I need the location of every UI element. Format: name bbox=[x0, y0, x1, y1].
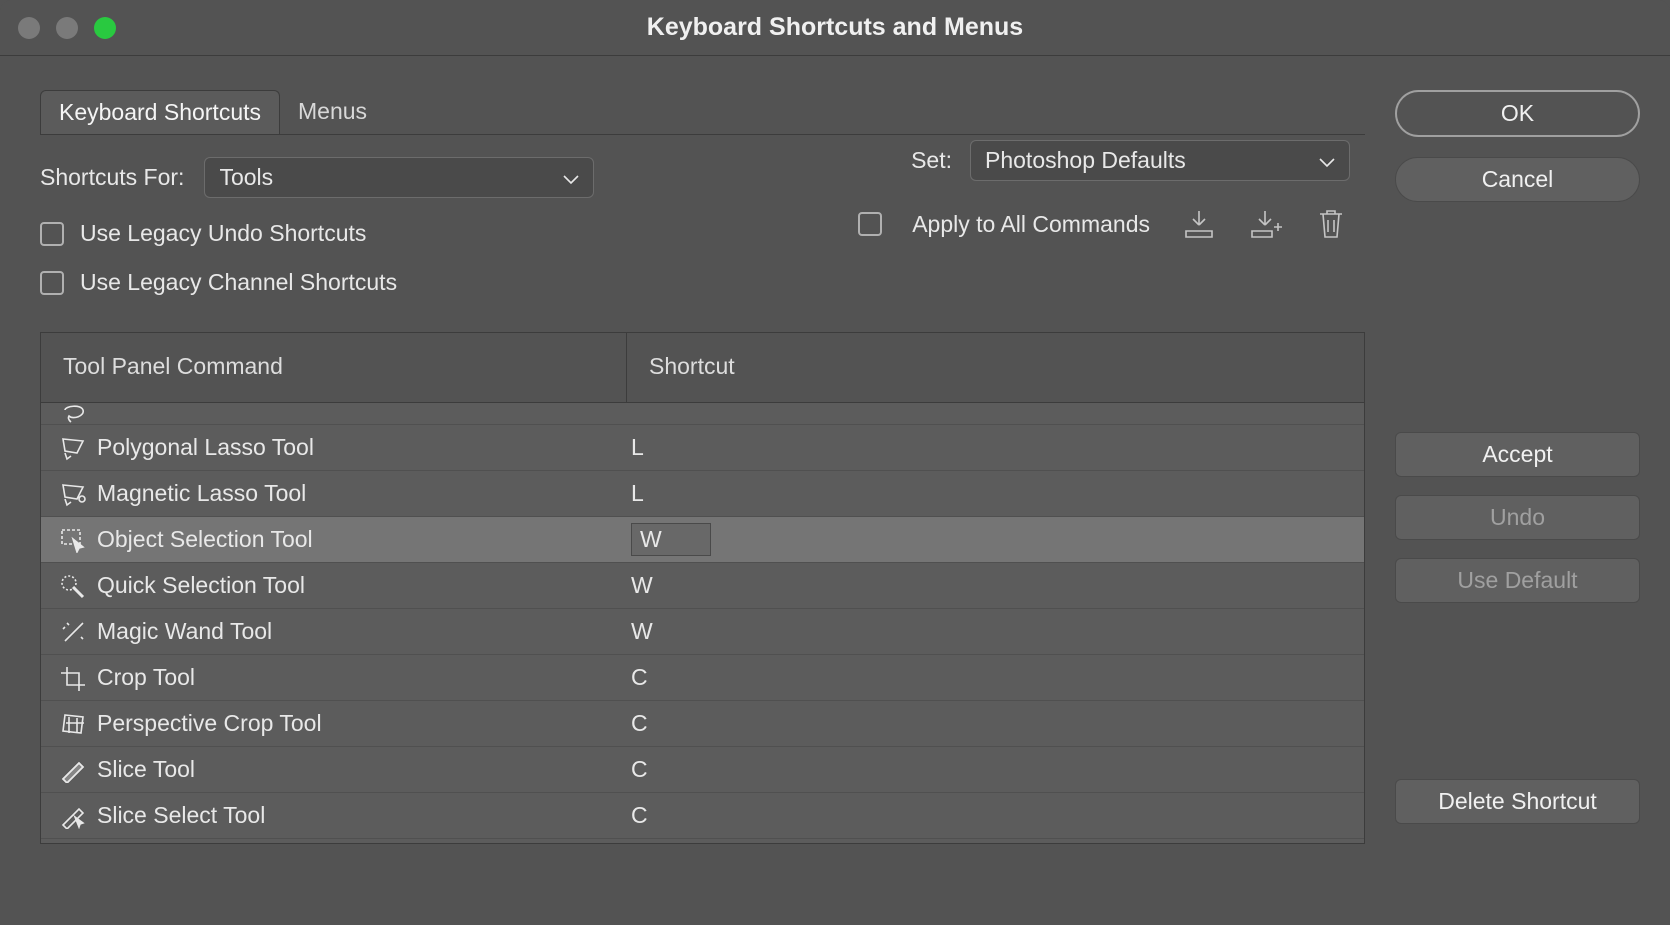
polygonal-lasso-icon bbox=[53, 429, 93, 467]
tab-keyboard-shortcuts[interactable]: Keyboard Shortcuts bbox=[40, 90, 280, 134]
legacy-undo-checkbox[interactable] bbox=[40, 222, 64, 246]
new-set-icon[interactable] bbox=[1246, 205, 1284, 243]
tool-name: Magic Wand Tool bbox=[93, 618, 627, 645]
ok-button[interactable]: OK bbox=[1395, 90, 1640, 137]
table-row[interactable]: Crop ToolC bbox=[41, 655, 1364, 701]
dialog-window: Keyboard Shortcuts and Menus Keyboard Sh… bbox=[0, 0, 1670, 925]
table-body[interactable]: Polygonal Lasso ToolLMagnetic Lasso Tool… bbox=[41, 403, 1364, 843]
trash-icon[interactable] bbox=[1312, 205, 1350, 243]
table-row[interactable]: Slice Select ToolC bbox=[41, 793, 1364, 839]
shortcuts-for-select[interactable]: Tools bbox=[204, 157, 594, 198]
table-row[interactable]: Object Selection ToolW bbox=[41, 517, 1364, 563]
chevron-down-icon bbox=[1319, 147, 1335, 174]
tool-name: Magnetic Lasso Tool bbox=[93, 480, 627, 507]
object-selection-icon bbox=[53, 521, 93, 559]
side-panel: OK Cancel Accept Undo Use Default Delete… bbox=[1395, 90, 1640, 925]
cancel-button[interactable]: Cancel bbox=[1395, 157, 1640, 202]
options-right: Apply to All Commands bbox=[858, 205, 1350, 243]
set-label: Set: bbox=[911, 147, 952, 174]
magnetic-lasso-icon bbox=[53, 475, 93, 513]
tool-name: Quick Selection Tool bbox=[93, 572, 627, 599]
tool-name: Crop Tool bbox=[93, 664, 627, 691]
use-default-button[interactable]: Use Default bbox=[1395, 558, 1640, 603]
crop-icon bbox=[53, 659, 93, 697]
close-icon[interactable] bbox=[18, 17, 40, 39]
perspective-crop-icon bbox=[53, 705, 93, 743]
delete-shortcut-button[interactable]: Delete Shortcut bbox=[1395, 779, 1640, 824]
table-row[interactable]: Magnetic Lasso ToolL bbox=[41, 471, 1364, 517]
accept-button[interactable]: Accept bbox=[1395, 432, 1640, 477]
save-set-icon[interactable] bbox=[1180, 205, 1218, 243]
shortcut-cell: C bbox=[627, 664, 1364, 691]
traffic-lights bbox=[18, 17, 116, 39]
table-row[interactable] bbox=[41, 403, 1364, 425]
tool-name: Slice Tool bbox=[93, 756, 627, 783]
tool-name: Object Selection Tool bbox=[93, 526, 627, 553]
tool-name: Slice Select Tool bbox=[93, 802, 627, 829]
apply-all-label: Apply to All Commands bbox=[912, 211, 1150, 238]
legacy-channel-label: Use Legacy Channel Shortcuts bbox=[80, 269, 397, 296]
set-select[interactable]: Photoshop Defaults bbox=[970, 140, 1350, 181]
column-header-shortcut: Shortcut bbox=[627, 333, 1364, 402]
shortcuts-for-label: Shortcuts For: bbox=[40, 164, 184, 191]
titlebar: Keyboard Shortcuts and Menus bbox=[0, 0, 1670, 56]
shortcut-cell: L bbox=[627, 434, 1364, 461]
table-row[interactable]: Perspective Crop ToolC bbox=[41, 701, 1364, 747]
shortcuts-for-value: Tools bbox=[219, 164, 273, 191]
shortcut-cell: L bbox=[627, 480, 1364, 507]
tool-name: Polygonal Lasso Tool bbox=[93, 434, 627, 461]
quick-selection-icon bbox=[53, 567, 93, 605]
set-value: Photoshop Defaults bbox=[985, 147, 1186, 174]
magic-wand-icon bbox=[53, 613, 93, 651]
zoom-icon[interactable] bbox=[94, 17, 116, 39]
shortcut-cell: C bbox=[627, 756, 1364, 783]
shortcut-cell[interactable]: W bbox=[627, 523, 1364, 556]
chevron-down-icon bbox=[563, 164, 579, 191]
tool-name: Perspective Crop Tool bbox=[93, 710, 627, 737]
table-row[interactable]: Polygonal Lasso ToolL bbox=[41, 425, 1364, 471]
shortcut-cell: W bbox=[627, 572, 1364, 599]
table-row[interactable]: Slice ToolC bbox=[41, 747, 1364, 793]
table-row[interactable]: Magic Wand ToolW bbox=[41, 609, 1364, 655]
undo-button[interactable]: Undo bbox=[1395, 495, 1640, 540]
legacy-channel-checkbox[interactable] bbox=[40, 271, 64, 295]
shortcut-cell: W bbox=[627, 618, 1364, 645]
slice-select-icon bbox=[53, 797, 93, 835]
column-header-command: Tool Panel Command bbox=[41, 333, 627, 402]
apply-all-checkbox[interactable] bbox=[858, 212, 882, 236]
table-row[interactable]: Quick Selection ToolW bbox=[41, 563, 1364, 609]
tab-menus[interactable]: Menus bbox=[280, 90, 385, 134]
shortcuts-table: Tool Panel Command Shortcut Polygonal La… bbox=[40, 332, 1365, 844]
set-row: Set: Photoshop Defaults bbox=[911, 140, 1350, 181]
minimize-icon[interactable] bbox=[56, 17, 78, 39]
shortcut-input[interactable]: W bbox=[631, 523, 711, 556]
shortcut-cell: C bbox=[627, 802, 1364, 829]
shortcut-cell: C bbox=[627, 710, 1364, 737]
legacy-undo-label: Use Legacy Undo Shortcuts bbox=[80, 220, 366, 247]
tabs: Keyboard Shortcuts Menus bbox=[40, 90, 1365, 135]
slice-icon bbox=[53, 751, 93, 789]
window-title: Keyboard Shortcuts and Menus bbox=[647, 13, 1023, 42]
